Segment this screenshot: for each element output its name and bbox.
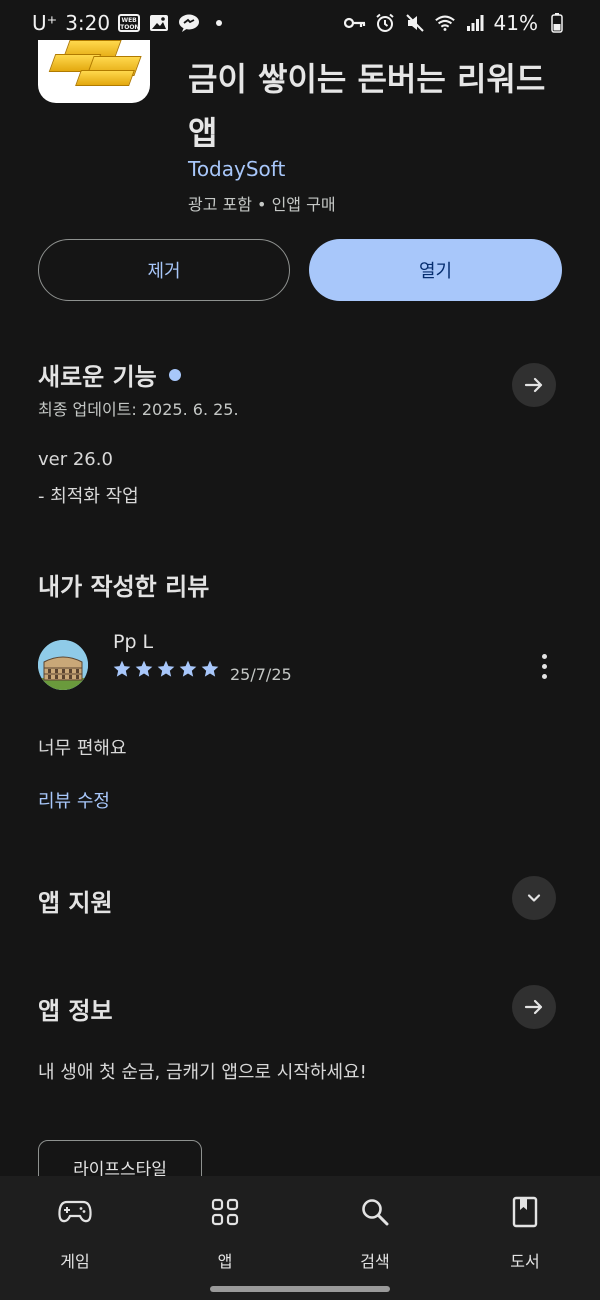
battery-percent: 41% <box>493 11 538 35</box>
app-info-arrow-button[interactable] <box>512 985 556 1029</box>
battery-icon <box>546 13 568 33</box>
star-icon <box>157 660 175 677</box>
edit-review-link[interactable]: 리뷰 수정 <box>38 787 110 813</box>
status-bar-left: U⁺ 3:20 WEB TOON <box>32 11 230 35</box>
app-support-title[interactable]: 앱 지원 <box>38 883 113 918</box>
whats-new-arrow-button[interactable] <box>512 363 556 407</box>
version-text: ver 26.0 <box>38 449 113 470</box>
gallery-icon <box>148 14 170 32</box>
carrier-label: U⁺ <box>32 11 58 35</box>
alarm-icon <box>374 13 396 32</box>
book-icon <box>507 1194 543 1230</box>
star-rating <box>112 659 220 679</box>
app-icon <box>38 40 150 103</box>
search-icon <box>357 1194 393 1230</box>
more-options-button[interactable] <box>530 648 558 684</box>
star-icon <box>135 660 153 677</box>
app-title: 금이 쌓이는 돈버는 리워드 앱 <box>188 60 546 152</box>
bottom-navigation: 게임 앱 검색 도서 <box>0 1176 600 1300</box>
nav-item-apps[interactable]: 앱 <box>150 1176 300 1300</box>
nav-item-search[interactable]: 검색 <box>300 1176 450 1300</box>
key-icon <box>343 14 366 32</box>
app-support-expand-button[interactable] <box>512 876 556 920</box>
apps-grid-icon <box>207 1194 243 1230</box>
star-icon <box>113 660 131 677</box>
whats-new-title[interactable]: 새로운 기능 <box>38 357 181 392</box>
remove-button[interactable]: 제거 <box>38 239 290 301</box>
nav-label-games: 게임 <box>60 1252 90 1271</box>
whats-new-label: 새로운 기능 <box>38 363 157 391</box>
app-description: 내 생애 첫 순금, 금캐기 앱으로 시작하세요! <box>38 1062 367 1083</box>
release-notes: - 최적화 작업 <box>38 486 139 507</box>
nav-item-games[interactable]: 게임 <box>0 1176 150 1300</box>
reviewer-name: Pp L <box>113 631 154 653</box>
gesture-handle[interactable] <box>210 1286 390 1292</box>
new-indicator-dot <box>168 369 181 381</box>
gamepad-icon <box>57 1194 93 1230</box>
webtoon-icon: WEB TOON <box>118 14 141 32</box>
clock: 3:20 <box>65 11 111 35</box>
review-text: 너무 편해요 <box>38 738 127 759</box>
my-review-title: 내가 작성한 리뷰 <box>38 573 210 601</box>
avatar <box>38 640 88 690</box>
open-button[interactable]: 열기 <box>309 239 562 301</box>
last-updated: 최종 업데이트: 2025. 6. 25. <box>38 400 239 419</box>
status-bar-right: 41% <box>343 11 568 35</box>
nav-label-apps: 앱 <box>217 1252 233 1271</box>
app-info-title[interactable]: 앱 정보 <box>38 991 113 1026</box>
messenger-icon <box>178 14 200 32</box>
more-vert-icon <box>541 653 547 659</box>
chevron-down-icon <box>527 894 541 902</box>
nav-item-books[interactable]: 도서 <box>450 1176 600 1300</box>
star-icon <box>201 660 219 677</box>
mute-icon <box>404 14 426 32</box>
review-date: 25/7/25 <box>230 665 292 684</box>
developer-link[interactable]: TodaySoft <box>188 157 285 181</box>
wifi-icon <box>434 14 456 32</box>
signal-icon <box>464 14 486 32</box>
app-meta: 광고 포함 • 인앱 구매 <box>188 195 336 214</box>
arrow-right-icon <box>524 999 543 1015</box>
star-icon <box>179 660 197 677</box>
nav-label-books: 도서 <box>510 1252 540 1271</box>
dot-icon <box>208 14 230 32</box>
nav-label-search: 검색 <box>360 1252 390 1271</box>
arrow-right-icon <box>524 377 543 393</box>
